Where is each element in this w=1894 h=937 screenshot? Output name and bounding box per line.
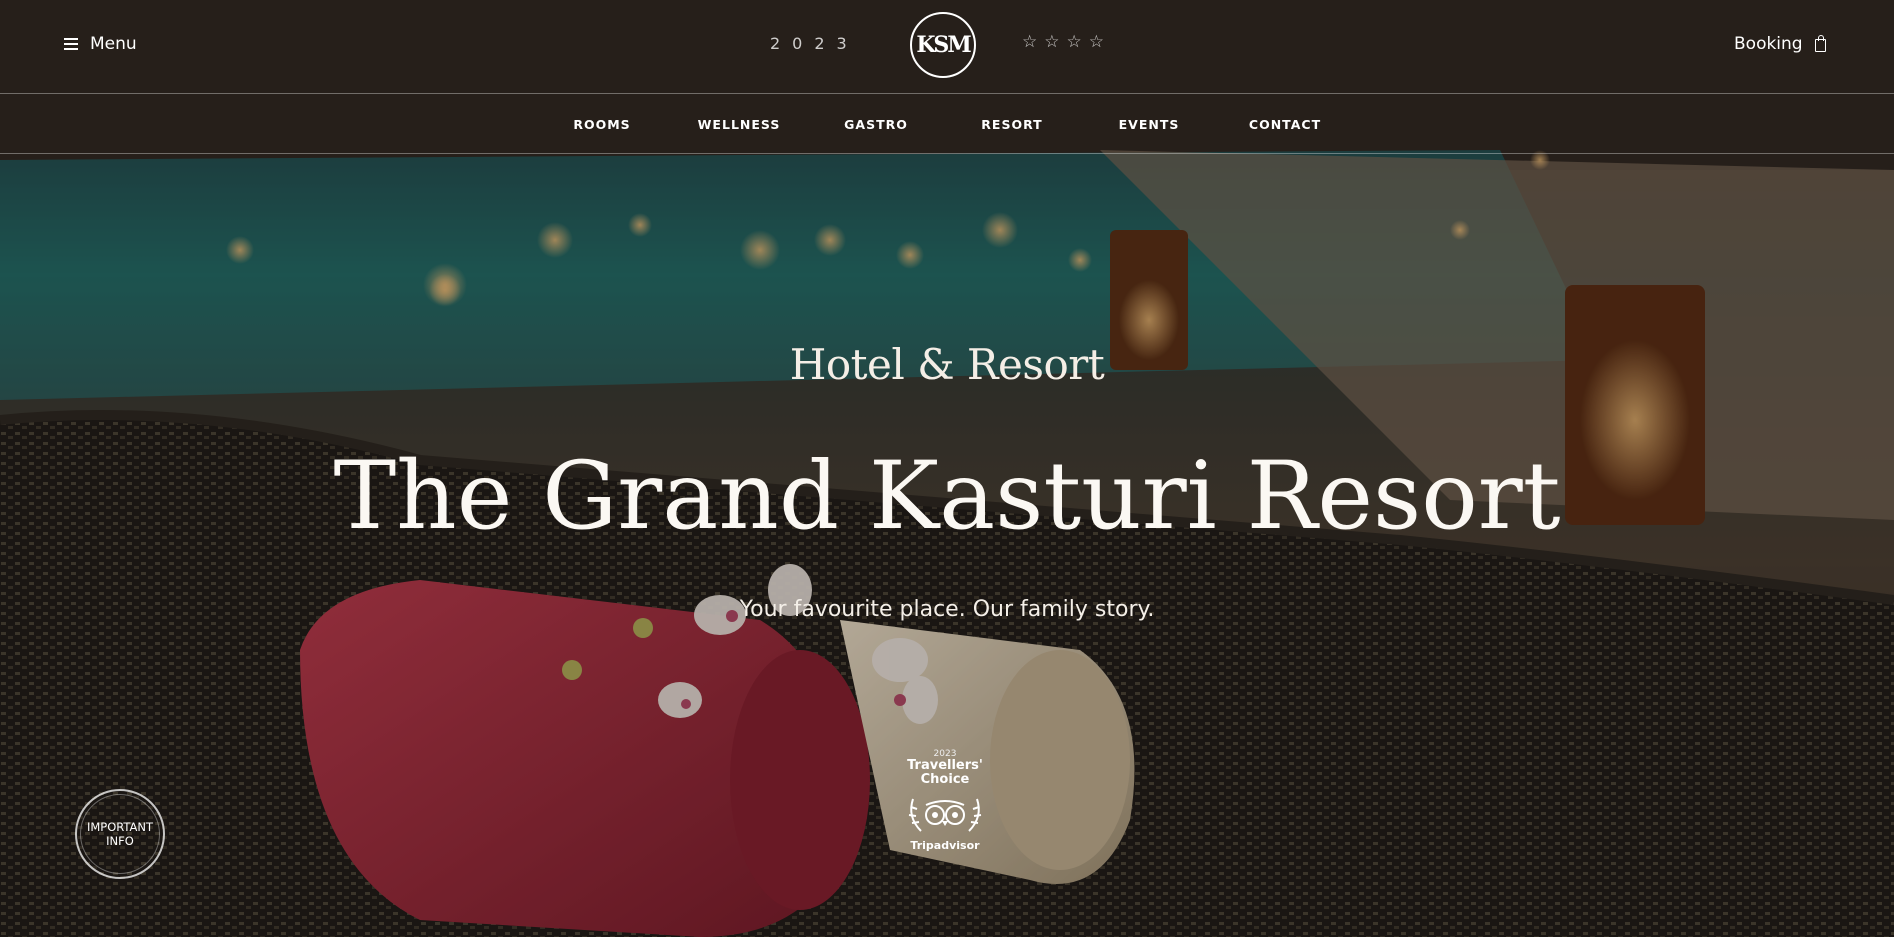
tripadvisor-owl-icon (908, 798, 982, 832)
nav-item-resort[interactable]: RESORT (981, 117, 1042, 132)
tripadvisor-brand: Tripadvisor (910, 839, 980, 852)
logo-monogram: KSM (916, 32, 971, 58)
hero-title: The Grand Kasturi Resort (333, 442, 1561, 551)
main-navigation: ROOMS WELLNESS GASTRO RESORT EVENTS CONT… (0, 95, 1894, 154)
menu-label: Menu (90, 34, 137, 54)
shopping-bag-icon (1814, 34, 1826, 52)
resort-logo[interactable]: KSM (910, 12, 976, 78)
tripadvisor-award-title: Travellers' Choice (907, 758, 983, 787)
nav-item-rooms[interactable]: ROOMS (573, 117, 630, 132)
booking-button[interactable]: Booking (1734, 32, 1826, 56)
top-bar: Menu 2023 KSM ☆ ☆ ☆ ☆ Booking (0, 0, 1894, 94)
star-rating: ☆ ☆ ☆ ☆ (1022, 32, 1104, 52)
hero-tagline: Your favourite place. Our family story. (739, 597, 1155, 622)
star-icon: ☆ (1022, 32, 1038, 51)
star-icon: ☆ (1088, 32, 1104, 51)
important-info-button[interactable]: IMPORTANT INFO (75, 789, 165, 879)
star-icon: ☆ (1066, 32, 1082, 51)
tripadvisor-badge[interactable]: 2023 Travellers' Choice Tripadvisor (895, 749, 995, 859)
booking-label: Booking (1734, 34, 1803, 54)
nav-item-gastro[interactable]: GASTRO (844, 117, 908, 132)
star-icon: ☆ (1044, 32, 1060, 51)
nav-item-wellness[interactable]: WELLNESS (698, 117, 781, 132)
nav-item-contact[interactable]: CONTACT (1249, 117, 1321, 132)
hero-subtitle: Hotel & Resort (789, 340, 1105, 389)
menu-button[interactable]: Menu (64, 32, 137, 56)
year-label: 2023 (770, 34, 859, 53)
important-info-label: IMPORTANT INFO (86, 820, 154, 848)
nav-item-events[interactable]: EVENTS (1119, 117, 1180, 132)
hamburger-icon (64, 38, 78, 50)
